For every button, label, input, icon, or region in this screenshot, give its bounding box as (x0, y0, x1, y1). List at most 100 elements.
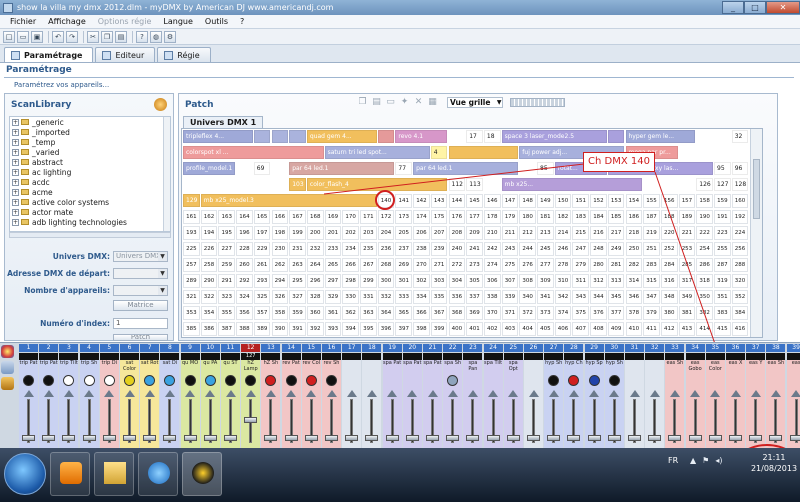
patch-cell[interactable]: 174 (413, 210, 430, 224)
patch-cell[interactable]: 256 (731, 242, 749, 256)
patch-cell[interactable]: 336 (448, 290, 466, 304)
patch-cell[interactable]: 175 (430, 210, 448, 224)
patch-cell[interactable]: 288 (731, 258, 749, 272)
warning-icon[interactable] (770, 390, 781, 397)
patch-cell[interactable]: 181 (537, 210, 554, 224)
patch-cell[interactable]: 343 (572, 290, 590, 304)
preset-icon[interactable] (164, 375, 176, 386)
chevron-up-icon[interactable]: ▲ (690, 456, 696, 465)
patch-cell[interactable]: 294 (271, 274, 289, 288)
fader-channel[interactable]: 38 eas Sh (766, 344, 786, 448)
patch-cell[interactable]: 369 (466, 306, 483, 320)
patch-cell[interactable]: 303 (430, 274, 448, 288)
patch-cell[interactable]: 416 (731, 322, 749, 336)
patch-cell[interactable]: 387 (218, 322, 236, 336)
patch-cell[interactable]: 319 (714, 274, 731, 288)
patch-fixture[interactable]: 103 (289, 178, 306, 191)
patch-cell[interactable]: 304 (448, 274, 466, 288)
expand-icon[interactable]: + (12, 128, 19, 136)
patch-cell[interactable]: 167 (289, 210, 306, 224)
patch-cell[interactable]: 273 (466, 258, 483, 272)
fader-channel[interactable]: 3 trip Tilt (59, 344, 79, 448)
fader-knob[interactable] (143, 435, 157, 441)
fader-knob[interactable] (82, 435, 96, 441)
patch-cell[interactable]: 245 (537, 242, 554, 256)
patch-cell[interactable]: 259 (218, 258, 236, 272)
patch-cell[interactable]: 404 (519, 322, 536, 336)
expand-icon[interactable]: + (12, 178, 19, 186)
fader-channel[interactable]: 27 hyp Sh (544, 344, 564, 448)
patch-cell[interactable]: 253 (678, 242, 696, 256)
patch-cell[interactable]: 340 (519, 290, 536, 304)
patch-cell[interactable]: 345 (607, 290, 625, 304)
patch-cell[interactable]: 372 (519, 306, 536, 320)
fader-knob[interactable] (102, 435, 116, 441)
patch-cell[interactable]: 364 (377, 306, 395, 320)
preset-icon[interactable] (387, 375, 398, 386)
patch-cell[interactable]: 326 (271, 290, 289, 304)
patch-cell[interactable]: 298 (342, 274, 359, 288)
patch-fixture[interactable]: 18 (483, 130, 501, 143)
patch-cell[interactable]: 267 (360, 258, 377, 272)
globe-icon[interactable]: ◍ (150, 30, 162, 43)
warning-icon[interactable] (164, 390, 175, 397)
fader-channel[interactable]: 21 spa Pat (423, 344, 442, 448)
preset-icon[interactable] (629, 375, 640, 386)
warning-icon[interactable] (407, 390, 418, 397)
patch-cell[interactable]: 165 (253, 210, 271, 224)
patch-cell[interactable]: 232 (306, 242, 324, 256)
patch-fixture[interactable]: 69 (253, 162, 271, 175)
patch-fixture[interactable] (253, 130, 271, 143)
preset-icon[interactable] (225, 375, 236, 386)
patch-cell[interactable]: 146 (483, 194, 501, 208)
patch-cell[interactable]: 272 (448, 258, 466, 272)
patch-cell[interactable]: 205 (395, 226, 413, 240)
fader-knob[interactable] (62, 435, 76, 441)
patch-cell[interactable]: 142 (413, 194, 430, 208)
patch-cell[interactable]: 152 (590, 194, 607, 208)
patch-cell[interactable]: 186 (625, 210, 643, 224)
patch-cell[interactable]: 329 (324, 290, 342, 304)
tree-scrollbar[interactable] (163, 117, 170, 231)
warning-icon[interactable] (629, 390, 640, 397)
patch-fixture[interactable]: saturn tri led spot... (324, 146, 430, 159)
patch-cell[interactable]: 293 (253, 274, 271, 288)
patch-cell[interactable]: 299 (360, 274, 377, 288)
patch-cell[interactable]: 231 (289, 242, 306, 256)
fader-channel[interactable]: 32 (645, 344, 665, 448)
patch-cell[interactable]: 348 (660, 290, 678, 304)
patch-cell[interactable]: 371 (501, 306, 519, 320)
new-icon[interactable]: □ (3, 30, 15, 43)
patch-cell[interactable]: 168 (306, 210, 324, 224)
library-item[interactable]: + _generic (10, 117, 170, 127)
patch-cell[interactable]: 221 (678, 226, 696, 240)
delete-icon[interactable]: ✕ (413, 97, 424, 108)
patch-cell[interactable]: 311 (572, 274, 590, 288)
warning-icon[interactable] (589, 390, 600, 397)
patch-fixture[interactable] (607, 130, 625, 143)
univers-select[interactable]: Univers DMX ▼ (113, 251, 168, 262)
fader-knob[interactable] (567, 435, 581, 441)
paste-icon[interactable]: ▤ (371, 97, 382, 108)
fader-channel[interactable]: 25 spa Opt (503, 344, 523, 448)
patch-cell[interactable]: 285 (678, 258, 696, 272)
taskbar-mydmx[interactable] (182, 452, 222, 496)
patch-cell[interactable]: 314 (625, 274, 643, 288)
patch-cell[interactable]: 215 (572, 226, 590, 240)
tray-language[interactable]: FR (668, 456, 678, 465)
patch-fixture[interactable]: 113 (466, 178, 483, 191)
patch-fixture[interactable] (377, 130, 395, 143)
fader-channel[interactable]: 26 (524, 344, 543, 448)
fader-knob[interactable] (284, 435, 298, 441)
tools-icon[interactable] (1, 377, 14, 390)
patch-fixture[interactable]: 128 (731, 178, 749, 191)
patch-cell[interactable]: 307 (501, 274, 519, 288)
patch-cell[interactable]: 227 (218, 242, 236, 256)
patch-cell[interactable]: 375 (572, 306, 590, 320)
patch-cell[interactable]: 248 (590, 242, 607, 256)
patch-fixture[interactable]: colorspot xl ... (183, 146, 324, 159)
patch-cell[interactable]: 402 (483, 322, 501, 336)
fader-channel[interactable]: 7 sat Rot (140, 344, 160, 448)
patch-cell[interactable]: 269 (395, 258, 413, 272)
library-item[interactable]: + adb lighting technologies (10, 217, 170, 227)
